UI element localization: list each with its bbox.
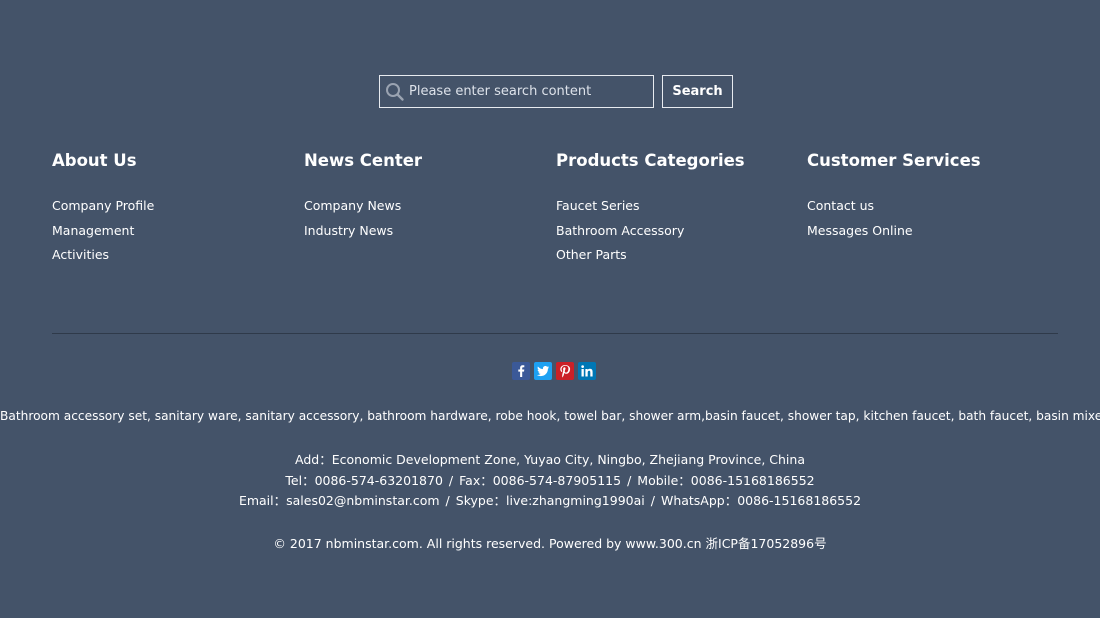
link-company-profile[interactable]: Company Profile — [52, 194, 154, 219]
column-list-customer-services: Contact us Messages Online — [807, 194, 913, 243]
fax-value: 0086-574-87905115 — [492, 472, 622, 488]
link-industry-news[interactable]: Industry News — [304, 219, 401, 244]
column-title-about-us: About Us — [52, 151, 137, 170]
phone-line: Tel：0086-574-63201870 / Fax：0086-574-87905… — [0, 471, 1100, 492]
search-icon — [386, 83, 404, 101]
column-title-customer-services: Customer Services — [807, 151, 981, 170]
email-label: Email： — [238, 493, 287, 508]
footer-keywords: Bathroom accessory set, sanitary ware, s… — [0, 409, 1100, 423]
search-box[interactable] — [379, 75, 654, 108]
pinterest-icon[interactable] — [556, 362, 574, 380]
whatsapp-label: WhatsApp： — [660, 493, 738, 508]
separator: / — [650, 493, 655, 508]
fax-label: Fax： — [459, 472, 493, 488]
whatsapp-value: 0086-15168186552 — [737, 493, 862, 508]
link-messages-online[interactable]: Messages Online — [807, 219, 913, 244]
column-title-products-categories: Products Categories — [556, 151, 745, 170]
link-management[interactable]: Management — [52, 219, 154, 244]
footer-contact-block: Add：Economic Development Zone, Yuyao Cit… — [0, 450, 1100, 512]
separator: / — [445, 493, 450, 508]
column-news-center: News Center Company News Industry News — [304, 150, 544, 238]
address-label: Add： — [295, 452, 332, 467]
separator: / — [627, 472, 632, 488]
search-bar: Search — [379, 75, 733, 108]
column-about-us: About Us Company Profile Management Acti… — [52, 150, 292, 262]
search-button[interactable]: Search — [662, 75, 733, 108]
separator: / — [448, 472, 454, 488]
column-list-products-categories: Faucet Series Bathroom Accessory Other P… — [556, 194, 684, 268]
skype-value: live:zhangming1990ai — [506, 493, 645, 508]
social-links — [512, 362, 596, 380]
address-line: Add：Economic Development Zone, Yuyao Cit… — [0, 450, 1100, 471]
link-bathroom-accessory[interactable]: Bathroom Accessory — [556, 219, 684, 244]
column-products-categories: Products Categories Faucet Series Bathro… — [556, 150, 796, 262]
tel-value: 0086-574-63201870 — [314, 472, 443, 488]
link-contact-us[interactable]: Contact us — [807, 194, 913, 219]
link-activities[interactable]: Activities — [52, 243, 154, 268]
link-company-news[interactable]: Company News — [304, 194, 401, 219]
link-faucet-series[interactable]: Faucet Series — [556, 194, 684, 219]
mobile-label: Mobile： — [637, 472, 691, 488]
column-list-about-us: Company Profile Management Activities — [52, 194, 154, 268]
copyright: © 2017 nbminstar.com. All rights reserve… — [273, 536, 827, 551]
column-customer-services: Customer Services Contact us Messages On… — [807, 150, 1047, 238]
email-link[interactable]: sales02@nbminstar.com — [286, 493, 439, 508]
tel-label: Tel： — [285, 472, 315, 488]
address-value: Economic Development Zone, Yuyao City, N… — [331, 452, 805, 467]
twitter-icon[interactable] — [534, 362, 552, 380]
footer-divider — [52, 333, 1058, 334]
facebook-icon[interactable] — [512, 362, 530, 380]
link-other-parts[interactable]: Other Parts — [556, 243, 684, 268]
column-title-news-center: News Center — [304, 151, 423, 170]
online-contact-line: Email：sales02@nbminstar.com / Skype：live:z… — [0, 491, 1100, 512]
linkedin-icon[interactable] — [578, 362, 596, 380]
column-list-news-center: Company News Industry News — [304, 194, 401, 243]
search-input[interactable] — [380, 76, 653, 107]
skype-label: Skype： — [455, 493, 507, 508]
mobile-value: 0086-15168186552 — [690, 472, 815, 488]
